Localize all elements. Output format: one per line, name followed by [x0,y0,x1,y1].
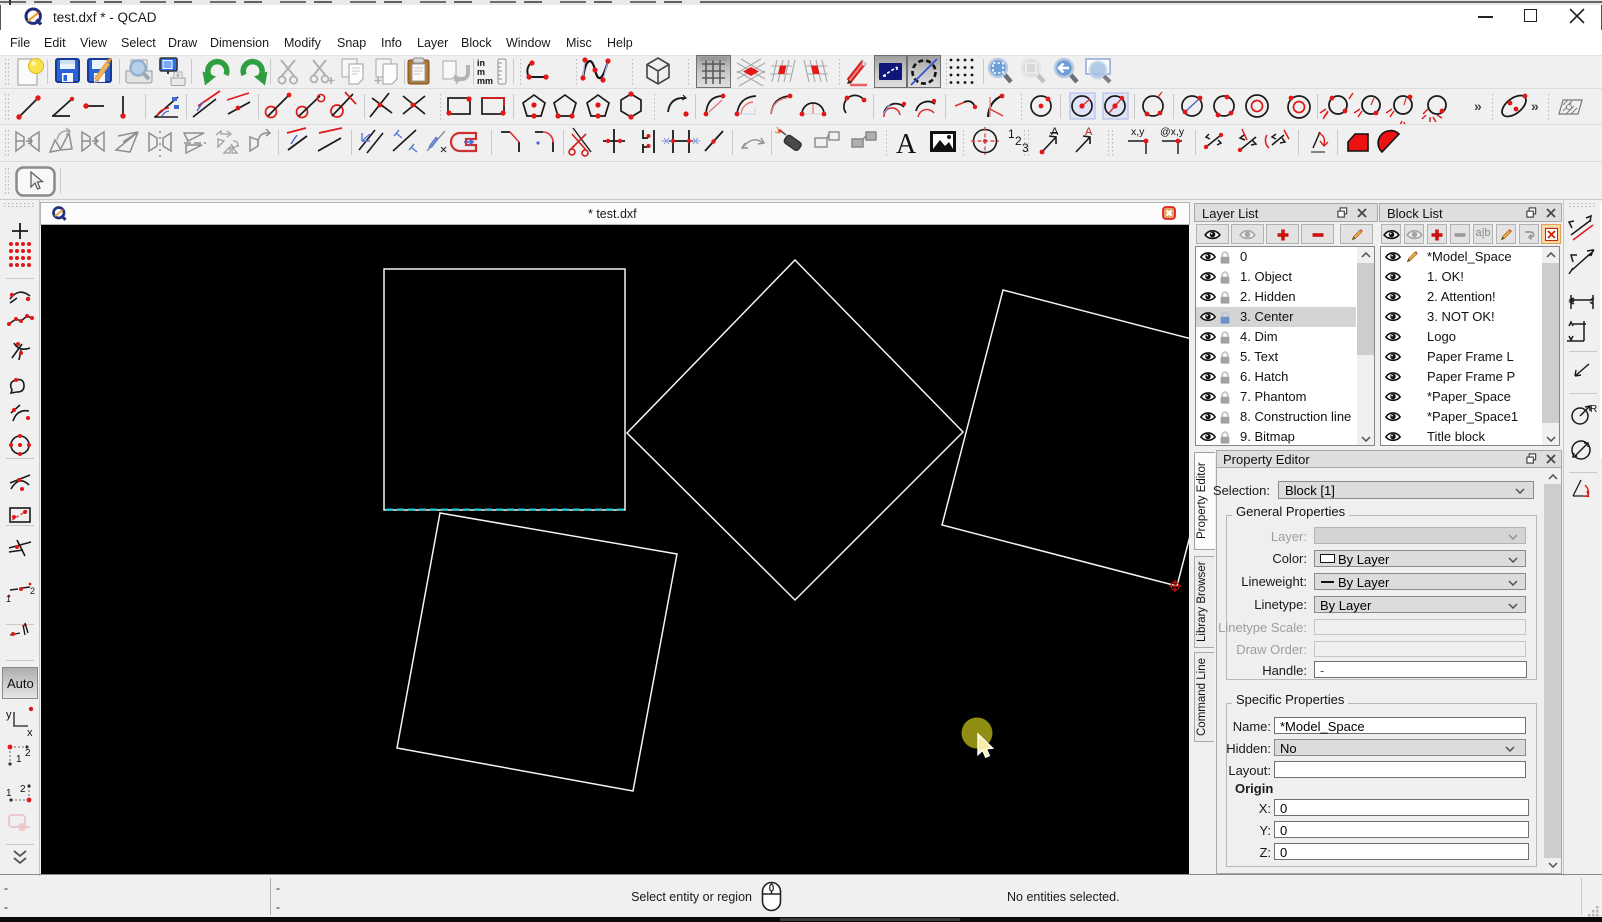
svg-text:@x,y: @x,y [1160,126,1185,138]
svg-text:y: y [6,709,12,721]
svg-text:mm: mm [477,76,493,86]
svg-text:3: 3 [1022,141,1029,155]
svg-text:1: 1 [6,788,12,799]
svg-text:2: 2 [1015,134,1022,148]
svg-text:2: 2 [30,586,35,596]
svg-text:A: A [1051,126,1059,138]
svg-text:A: A [1085,126,1093,138]
svg-text:2: 2 [25,748,31,759]
svg-text:R: R [1590,404,1597,415]
svg-text:x,y: x,y [1131,126,1145,138]
svg-text:1: 1 [16,754,22,765]
svg-text:»: » [1474,98,1482,114]
svg-text:1: 1 [6,594,11,604]
svg-text:x: x [27,727,33,739]
svg-text:»: » [1531,98,1539,114]
svg-text:1: 1 [1008,127,1015,141]
svg-text:A: A [896,129,917,160]
svg-text:2: 2 [20,784,26,795]
svg-text:Auto: Auto [7,676,34,691]
